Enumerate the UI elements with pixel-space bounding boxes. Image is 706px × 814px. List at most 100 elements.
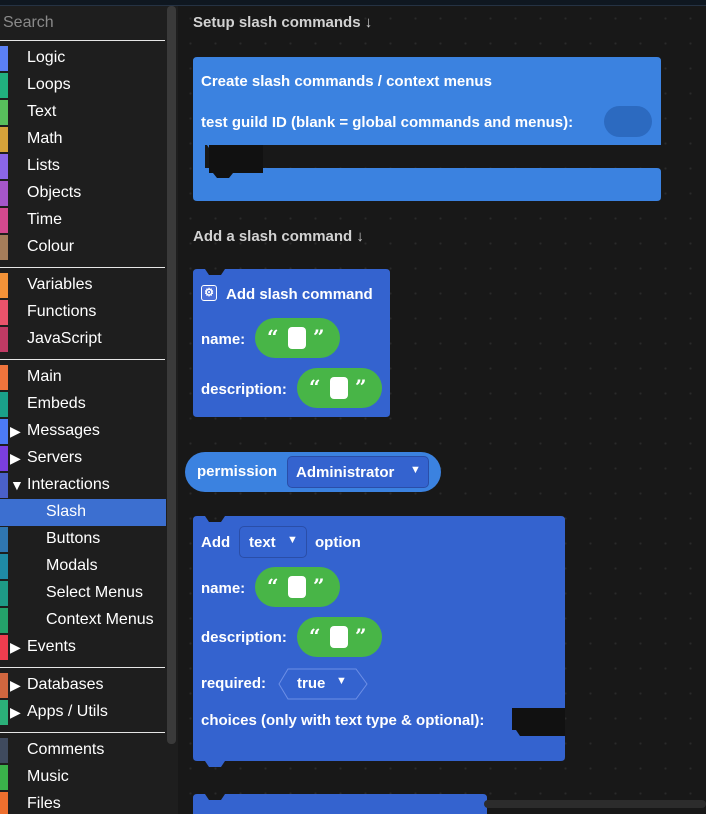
- workspace-scrollbar[interactable]: [484, 800, 706, 808]
- create-slash-commands-block[interactable]: Create slash commands / context menus te…: [193, 57, 661, 201]
- choices-label: choices (only with text type & optional)…: [201, 712, 485, 729]
- toolbox-scrollbar[interactable]: [167, 6, 176, 744]
- gear-icon[interactable]: ⚙: [201, 285, 217, 301]
- category-label: Slash: [46, 503, 87, 520]
- category-color-bar: [0, 673, 8, 698]
- workspace[interactable]: Setup slash commands ↓ Create slash comm…: [178, 6, 706, 814]
- category-buttons[interactable]: Buttons: [0, 526, 166, 553]
- category-label: Select Menus: [46, 584, 143, 601]
- category-functions[interactable]: Functions: [0, 299, 166, 326]
- add-cmd-title: Add slash command: [226, 286, 373, 303]
- expand-right-icon[interactable]: ▶: [10, 675, 21, 695]
- category-color-bar: [0, 154, 8, 179]
- category-colour[interactable]: Colour: [0, 234, 166, 261]
- category-color-bar: [0, 181, 8, 206]
- category-color-bar: [0, 635, 8, 660]
- category-loops[interactable]: Loops: [0, 72, 166, 99]
- category-variables[interactable]: Variables: [0, 272, 166, 299]
- expand-right-icon[interactable]: ▶: [10, 448, 21, 468]
- category-events[interactable]: ▶ Events: [0, 634, 166, 661]
- category-label: Interactions: [27, 476, 110, 493]
- add-option-block[interactable]: Add text ▼ option name: “ ” description:…: [193, 516, 565, 767]
- category-color-bar: [0, 273, 8, 298]
- category-text[interactable]: Text: [0, 99, 166, 126]
- text-field[interactable]: [330, 377, 348, 399]
- category-embeds[interactable]: Embeds: [0, 391, 166, 418]
- category-label: Buttons: [46, 530, 101, 547]
- text-field[interactable]: [288, 576, 306, 598]
- category-label: Servers: [27, 449, 83, 466]
- category-color-bar: [0, 100, 8, 125]
- category-time[interactable]: Time: [0, 207, 166, 234]
- category-context-menus[interactable]: Context Menus: [0, 607, 166, 634]
- category-label: Objects: [27, 184, 82, 201]
- category-color-bar: [0, 792, 8, 814]
- permission-block[interactable]: permission Administrator ▼: [185, 452, 441, 492]
- required-label: required:: [201, 675, 267, 692]
- search-input[interactable]: [0, 8, 166, 38]
- next-block-partial[interactable]: [193, 794, 487, 814]
- toolbox-separator: [0, 40, 165, 41]
- category-lists[interactable]: Lists: [0, 153, 166, 180]
- close-quote-icon: ”: [355, 624, 367, 648]
- category-objects[interactable]: Objects: [0, 180, 166, 207]
- category-main[interactable]: Main: [0, 364, 166, 391]
- category-javascript[interactable]: JavaScript: [0, 326, 166, 353]
- category-color-bar: [0, 300, 8, 325]
- expand-down-icon[interactable]: ▼: [10, 475, 24, 495]
- category-select-menus[interactable]: Select Menus: [0, 580, 166, 607]
- category-label: Math: [27, 130, 63, 147]
- add-comment-label: Add a slash command ↓: [193, 228, 364, 245]
- category-label: Comments: [27, 741, 105, 758]
- required-value: true: [297, 675, 326, 692]
- category-modals[interactable]: Modals: [0, 553, 166, 580]
- category-servers[interactable]: ▶ Servers: [0, 445, 166, 472]
- required-dropdown[interactable]: true ▼: [278, 668, 368, 700]
- close-quote-icon: ”: [313, 574, 325, 598]
- category-label: Functions: [27, 303, 97, 320]
- toolbox: Logic Loops Text Math Lists Objects Time Colour…: [0, 6, 166, 814]
- category-color-bar: [0, 235, 8, 260]
- category-color-bar: [0, 419, 8, 444]
- add-slash-command-block[interactable]: ⚙ Add slash command name: “ ” descriptio…: [193, 269, 390, 417]
- category-color-bar: [0, 765, 8, 790]
- permission-dropdown[interactable]: Administrator ▼: [287, 456, 429, 488]
- category-label: Context Menus: [46, 611, 154, 628]
- category-databases[interactable]: ▶ Databases: [0, 672, 166, 699]
- category-interactions[interactable]: ▼ Interactions: [0, 472, 166, 499]
- option-description-label: description:: [201, 629, 287, 646]
- category-color-bar: [0, 208, 8, 233]
- category-color-bar: [0, 127, 8, 152]
- option-description-input[interactable]: “ ”: [297, 617, 382, 657]
- text-field[interactable]: [288, 327, 306, 349]
- option-type-dropdown[interactable]: text ▼: [239, 526, 307, 558]
- dropdown-arrow-icon: ▼: [336, 675, 347, 687]
- category-music[interactable]: Music: [0, 764, 166, 791]
- category-color-bar: [0, 46, 8, 71]
- category-slash[interactable]: Slash: [0, 499, 166, 526]
- open-quote-icon: “: [309, 375, 321, 399]
- expand-right-icon[interactable]: ▶: [10, 702, 21, 722]
- option-name-input[interactable]: “ ”: [255, 567, 340, 607]
- description-label: description:: [201, 381, 287, 398]
- category-files[interactable]: Files: [0, 791, 166, 814]
- category-label: Logic: [27, 49, 66, 66]
- text-field[interactable]: [330, 626, 348, 648]
- expand-right-icon[interactable]: ▶: [10, 421, 21, 441]
- description-text-input[interactable]: “ ”: [297, 368, 382, 408]
- category-label: Apps / Utils: [27, 703, 108, 720]
- category-logic[interactable]: Logic: [0, 45, 166, 72]
- add-label: Add: [201, 534, 231, 551]
- expand-right-icon[interactable]: ▶: [10, 637, 21, 657]
- category-math[interactable]: Math: [0, 126, 166, 153]
- category-color-bar: [0, 392, 8, 417]
- category-messages[interactable]: ▶ Messages: [0, 418, 166, 445]
- category-label: Databases: [27, 676, 104, 693]
- guild-id-input[interactable]: [604, 106, 652, 137]
- name-text-input[interactable]: “ ”: [255, 318, 340, 358]
- category-apps-utils[interactable]: ▶ Apps / Utils: [0, 699, 166, 726]
- category-color-bar: [0, 73, 8, 98]
- category-comments[interactable]: Comments: [0, 737, 166, 764]
- category-label: Main: [27, 368, 62, 385]
- category-label: Music: [27, 768, 69, 785]
